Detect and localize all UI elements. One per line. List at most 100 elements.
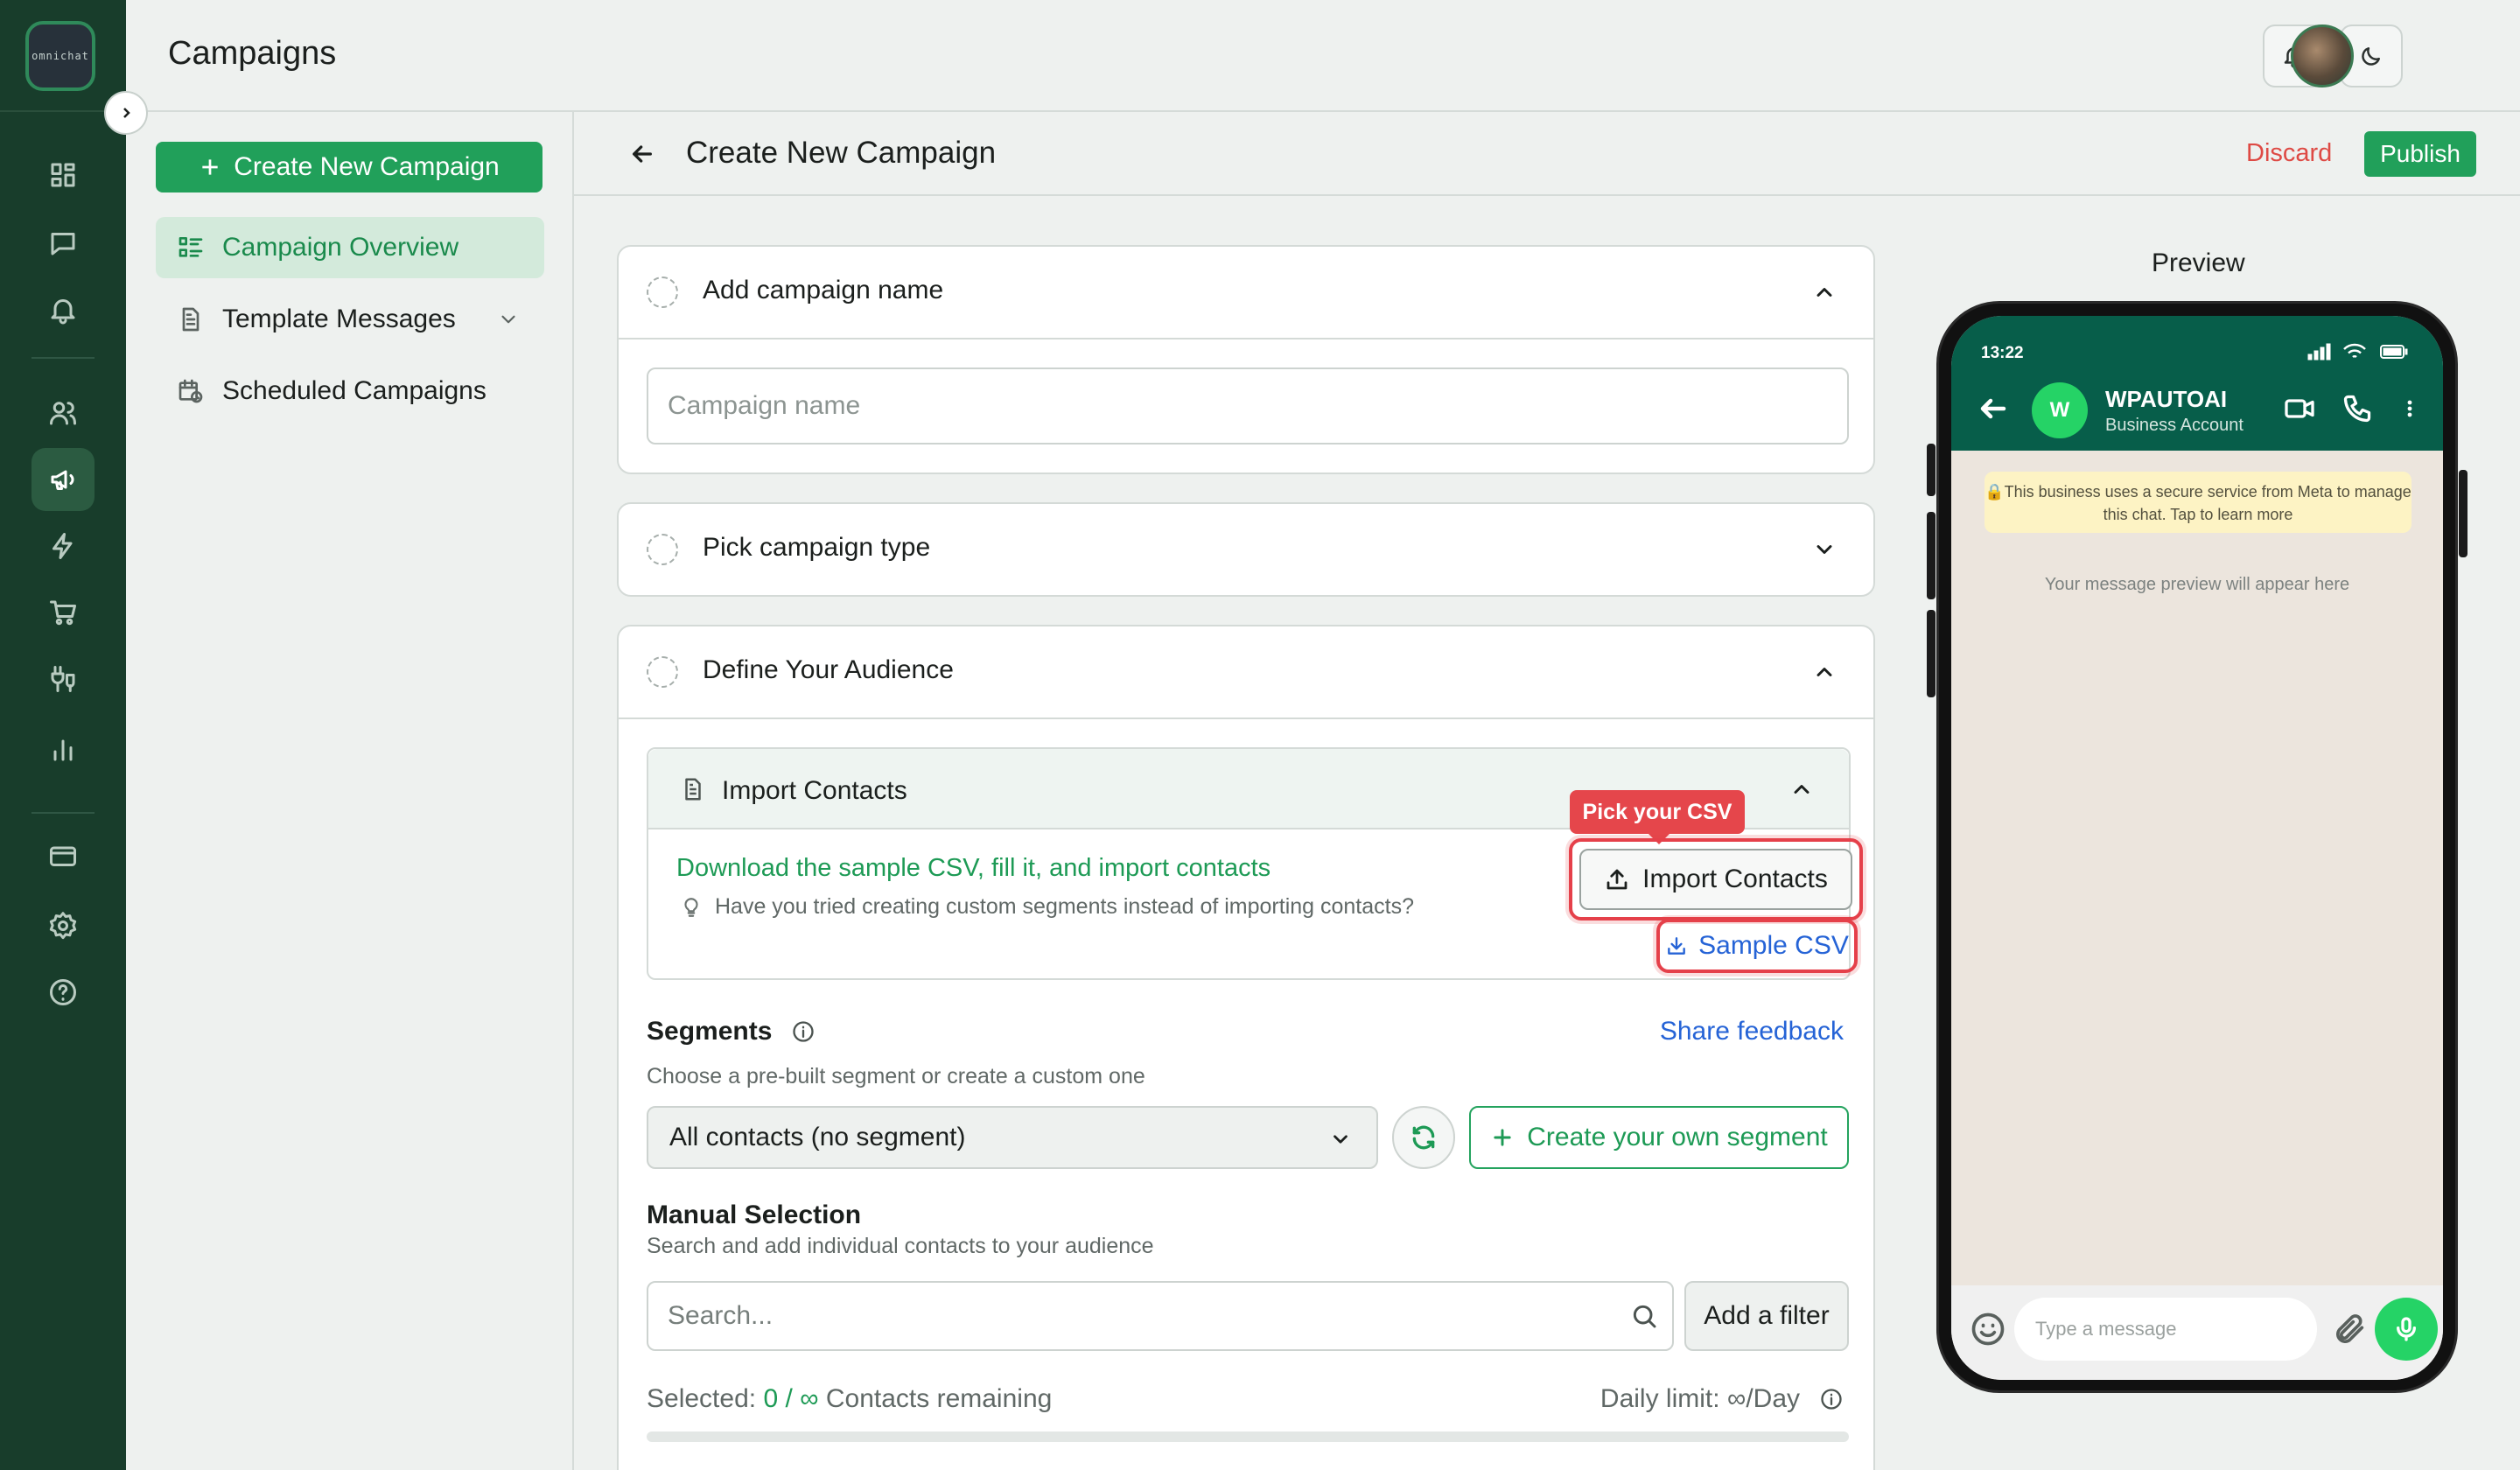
rail-notifications[interactable] <box>32 278 94 341</box>
phone-call-icon[interactable] <box>2342 393 2373 424</box>
sidebar-item-label: Template Messages <box>222 304 456 333</box>
microphone-icon <box>2397 1317 2416 1341</box>
segments-title: Segments <box>647 1017 773 1046</box>
search-icon <box>1633 1305 1656 1328</box>
step-campaign-name: Add campaign name <box>617 245 1875 474</box>
attachment-icon[interactable] <box>2333 1312 2368 1347</box>
rail-separator <box>32 812 94 814</box>
step-header[interactable]: Add campaign name <box>619 247 1873 338</box>
rail-help[interactable] <box>32 961 94 1024</box>
sample-csv-label: Sample CSV <box>1698 931 1849 960</box>
sidebar-item-campaign-overview[interactable]: Campaign Overview <box>156 217 544 278</box>
campaign-name-input[interactable] <box>647 368 1849 444</box>
pick-csv-badge: Pick your CSV <box>1570 790 1745 844</box>
share-feedback-link[interactable]: Share feedback <box>1660 1017 1844 1046</box>
document-icon <box>182 307 200 332</box>
moon-icon <box>2362 47 2380 66</box>
voice-message-button[interactable] <box>2375 1298 2438 1361</box>
phone-side-button <box>1927 512 1936 599</box>
megaphone-icon <box>51 470 74 490</box>
upload-icon <box>1606 869 1628 890</box>
selected-count: Selected: 0 / ∞ Contacts remaining <box>647 1384 1052 1414</box>
hint-text: Have you tried creating custom segments … <box>715 894 1415 919</box>
create-segment-label: Create your own segment <box>1527 1123 1828 1152</box>
chevron-up-icon[interactable] <box>1789 777 1814 802</box>
download-sample-link[interactable]: Download the sample CSV, fill it, and im… <box>676 854 1270 883</box>
more-vertical-icon[interactable] <box>2399 393 2420 424</box>
rail-dashboard[interactable] <box>32 144 94 206</box>
refresh-segments-button[interactable] <box>1392 1106 1455 1169</box>
step-campaign-type[interactable]: Pick campaign type <box>617 502 1875 597</box>
rail-billing[interactable] <box>32 824 94 887</box>
preview-label: Preview <box>2152 248 2245 277</box>
add-filter-button[interactable]: Add a filter <box>1684 1281 1849 1351</box>
chevron-down-icon <box>1334 1135 1348 1144</box>
divider <box>619 338 1873 340</box>
discard-button[interactable]: Discard <box>2246 139 2332 168</box>
rail-integrations[interactable] <box>32 648 94 710</box>
import-contacts-panel: Import Contacts Download the sample CSV,… <box>647 747 1863 980</box>
help-icon <box>50 979 76 1005</box>
app-logo[interactable]: omnichat <box>25 21 95 91</box>
status-time: 13:22 <box>1981 344 2024 362</box>
back-arrow-icon[interactable] <box>628 140 656 168</box>
segments-heading: Segments <box>647 1017 816 1046</box>
contact-subtitle: Business Account <box>2105 416 2244 435</box>
rail-automation[interactable] <box>32 514 94 578</box>
segments-hint: Have you tried creating custom segments … <box>680 894 1414 920</box>
back-arrow-icon[interactable] <box>1978 393 2009 424</box>
divider <box>619 718 1873 719</box>
video-call-icon[interactable] <box>2284 393 2315 424</box>
daily-limit-text: Daily limit: ∞/Day <box>1600 1384 1800 1413</box>
rail-commerce[interactable] <box>32 581 94 644</box>
step-title: Pick campaign type <box>703 533 931 562</box>
step-status-icon <box>647 656 678 688</box>
segment-select[interactable]: All contacts (no segment) <box>647 1106 1378 1169</box>
sidebar-item-label: Scheduled Campaigns <box>222 376 486 405</box>
import-contacts-title: Import Contacts <box>722 776 907 805</box>
status-icons <box>2306 342 2412 361</box>
card-icon <box>50 846 76 866</box>
create-campaign-button[interactable]: Create New Campaign <box>156 142 542 192</box>
encryption-notice[interactable]: 🔒This business uses a secure service fro… <box>1984 472 2412 533</box>
chevron-up-icon[interactable] <box>1812 660 1837 684</box>
rail-settings[interactable] <box>32 894 94 957</box>
sidebar-item-template-messages[interactable]: Template Messages <box>156 289 544 350</box>
emoji-icon[interactable] <box>1969 1310 2007 1348</box>
sidebar-item-scheduled-campaigns[interactable]: Scheduled Campaigns <box>156 360 544 422</box>
sidebar-collapse-toggle[interactable] <box>104 91 148 135</box>
selection-progress-bar <box>647 1432 1849 1442</box>
step-define-audience: Define Your Audience Import Contacts Dow… <box>617 625 1875 1470</box>
chat-icon <box>51 233 75 256</box>
step-title: Define Your Audience <box>703 655 954 684</box>
step-status-icon <box>647 534 678 565</box>
info-icon[interactable] <box>1819 1387 1844 1411</box>
chevron-up-icon[interactable] <box>1812 280 1837 304</box>
message-input[interactable]: Type a message <box>2014 1298 2317 1361</box>
selected-suffix: Contacts remaining <box>825 1384 1053 1413</box>
import-contacts-button[interactable]: Import Contacts <box>1579 849 1852 910</box>
sample-csv-button[interactable]: Sample CSV <box>1662 924 1852 968</box>
daily-limit: Daily limit: ∞/Day <box>1600 1384 1844 1414</box>
user-avatar[interactable] <box>2291 24 2354 88</box>
segment-selected-value: All contacts (no segment) <box>669 1123 966 1152</box>
rail-campaigns[interactable] <box>32 448 94 511</box>
chevron-right-icon <box>123 108 130 118</box>
chevron-down-icon[interactable] <box>1812 537 1837 562</box>
top-bar: Campaigns <box>126 0 2520 112</box>
info-icon[interactable] <box>791 1019 816 1044</box>
selected-prefix: Selected: <box>647 1384 757 1413</box>
rail-contacts[interactable] <box>32 382 94 444</box>
step-title: Add campaign name <box>703 276 944 304</box>
page-title: Campaigns <box>168 35 337 72</box>
step-header[interactable]: Define Your Audience <box>619 626 1873 718</box>
icon-rail: omnichat <box>0 0 126 1470</box>
contact-avatar: W <box>2032 382 2088 438</box>
rail-separator <box>32 357 94 359</box>
create-segment-button[interactable]: Create your own segment <box>1469 1106 1849 1169</box>
rail-analytics[interactable] <box>32 718 94 780</box>
contact-search-input[interactable] <box>647 1281 1674 1351</box>
publish-button[interactable]: Publish <box>2364 131 2476 177</box>
rail-inbox[interactable] <box>32 212 94 275</box>
step-header[interactable]: Pick campaign type <box>619 504 1873 595</box>
